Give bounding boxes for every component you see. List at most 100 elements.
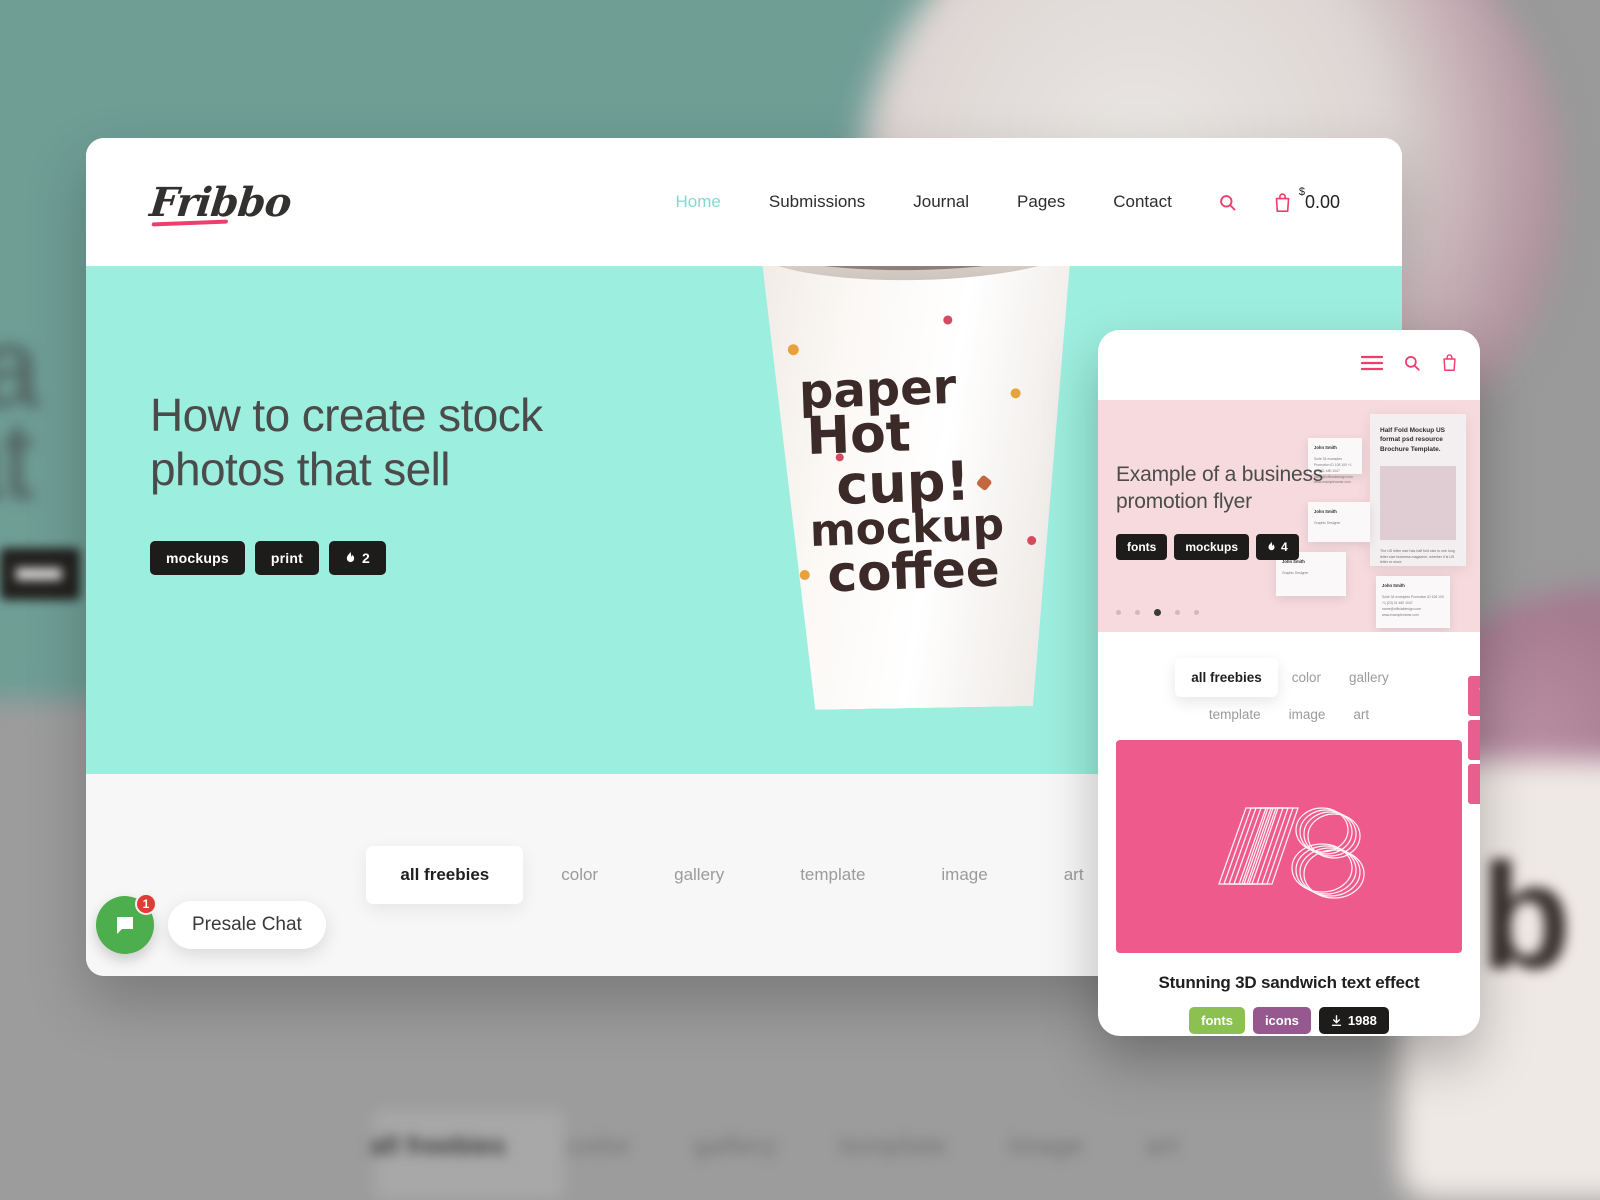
mobile-hero-tag-fonts[interactable]: fonts [1116,533,1168,560]
mobile-slider-dot-3-active[interactable] [1154,609,1161,616]
shopping-cart-icon [1478,687,1480,690]
hero-flame-count[interactable]: 2 [328,540,386,575]
filter-tab-all-freebies[interactable]: all freebies [366,846,524,904]
search-icon[interactable] [1403,354,1421,377]
filter-tabs: all freebies color gallery template imag… [366,846,1121,904]
flame-icon [1268,541,1275,551]
3d-text-effect-artwork [1218,806,1365,899]
main-navigation: Home Submissions Journal Pages Contact $… [652,185,1340,213]
background-letter: b [1480,832,1572,1000]
window-icon [1479,778,1480,790]
mobile-slider-dot-2[interactable] [1135,610,1140,615]
background-filter-row: all freebies color gallery template imag… [370,1130,1179,1161]
mobile-mockup: Fribbo Half Fold Mockup US forma [1098,330,1480,1036]
mobile-filter-tab-art[interactable]: art [1339,707,1383,722]
desktop-header: Fribbo Home Submissions Journal Pages Co… [86,138,1402,266]
cart-total: $0.00 [1298,185,1340,212]
cart-button[interactable]: $0.00 [1259,185,1340,213]
background-filter-2: gallery [693,1130,778,1160]
business-card-lines: Graphic Designer [1282,571,1309,576]
business-card-name: John Smith [1382,583,1405,588]
business-card-image: John Smith Suite 34 examples Promotion I… [1376,576,1450,628]
cup-line-5: coffee [826,539,1001,604]
product-download-count[interactable]: 1988 [1318,1007,1389,1034]
chat-label[interactable]: Presale Chat [168,901,326,949]
mobile-hero-flame-count[interactable]: 4 [1256,533,1299,560]
side-action-layout[interactable] [1468,764,1480,804]
nav-item-journal[interactable]: Journal [889,192,993,212]
filter-tab-color[interactable]: color [523,865,636,885]
chat-button[interactable]: 1 [96,893,157,954]
image-icon [1479,734,1480,746]
paper-cup-image: paper Hot cup! mockup coffee [746,266,1094,711]
confetti-dot [1011,388,1021,398]
mobile-slider-dot-4[interactable] [1175,610,1180,615]
hero-tag-mockups[interactable]: mockups [150,540,245,575]
mobile-header-icons [1360,353,1458,377]
nav-item-submissions[interactable]: Submissions [745,192,889,212]
mobile-header: Fribbo [1098,330,1480,400]
filter-tab-template[interactable]: template [762,865,903,885]
mobile-product-card[interactable]: Stunning 3D sandwich text effect fonts i… [1098,740,1480,1034]
mobile-hero-content: Example of a business promotion flyer fo… [1116,462,1346,560]
floating-side-actions [1468,676,1480,804]
hero-tag-print[interactable]: print [254,540,319,575]
confetti-dot [1027,536,1036,545]
background-filter-3: template [839,1130,947,1160]
filter-tab-image[interactable]: image [903,865,1025,885]
product-tag-icons[interactable]: icons [1252,1007,1311,1034]
mobile-slider-dot-1[interactable] [1116,610,1121,615]
mobile-filter-tab-gallery[interactable]: gallery [1335,670,1403,685]
nav-item-pages[interactable]: Pages [993,192,1089,212]
side-action-gallery[interactable] [1468,720,1480,760]
mobile-hero-tag-mockups[interactable]: mockups [1174,533,1250,560]
mobile-hero-title: Example of a business promotion flyer [1116,463,1324,513]
business-card-name: John Smith [1314,445,1337,450]
nav-item-contact[interactable]: Contact [1089,192,1196,212]
mobile-filter-row-1: all freebies color gallery [1118,658,1460,697]
mobile-hero-slider: Half Fold Mockup US format psd resource … [1098,400,1480,632]
logo[interactable]: Fribbo [148,179,294,226]
background-tag-chip [0,548,80,600]
product-tag-fonts[interactable]: fonts [1189,1007,1245,1034]
mobile-slider-dot-5[interactable] [1194,610,1199,615]
flame-icon [346,551,355,563]
side-action-cart[interactable] [1468,676,1480,716]
shopping-bag-icon[interactable] [1441,353,1458,377]
download-icon [1331,1014,1342,1026]
background-heading-fragment-2: hat [0,397,34,522]
background-filter-5: art [1145,1130,1179,1160]
mobile-filter-tabs: all freebies color gallery template imag… [1098,632,1480,740]
background-filter-4: image [1008,1130,1084,1160]
confetti-dot [943,315,952,324]
confetti-dot [836,453,844,461]
chat-unread-badge: 1 [135,893,157,915]
background-filter-1: color [567,1130,632,1160]
filter-tab-gallery[interactable]: gallery [636,865,762,885]
product-thumbnail[interactable] [1116,740,1462,953]
mobile-filter-tab-template[interactable]: template [1195,707,1275,722]
business-card-lines: Suite 34 examples Promotion ID 108 100 +… [1382,595,1444,617]
background-filter-0: all freebies [370,1130,506,1160]
business-card-name: John Smith [1282,559,1305,564]
presale-chat-widget[interactable]: 1 Presale Chat [96,893,326,954]
brochure-swatch [1380,466,1456,541]
mobile-hero-tag-row: fonts mockups 4 [1116,533,1346,560]
mobile-filter-tab-image[interactable]: image [1275,707,1340,722]
mobile-filter-tab-color[interactable]: color [1278,670,1335,685]
nav-item-home[interactable]: Home [652,192,745,212]
mobile-filter-tab-all-freebies[interactable]: all freebies [1175,658,1278,697]
mobile-slider-dots[interactable] [1116,609,1199,616]
search-icon[interactable] [1196,193,1259,212]
brochure-mockup-image: Half Fold Mockup US format psd resource … [1370,414,1466,566]
product-card-title: Stunning 3D sandwich text effect [1158,973,1420,992]
shopping-bag-icon [1275,192,1290,212]
hero-content: How to create stock photos that sell moc… [150,388,670,575]
mobile-filter-row-2: template image art [1118,707,1460,722]
brochure-footer-text: The US letter size has half fold size is… [1380,549,1455,565]
hero-tag-row: mockups print 2 [150,540,670,575]
chat-bubble-icon [117,917,133,934]
hamburger-menu-icon[interactable] [1360,355,1384,376]
brochure-title: Half Fold Mockup US format psd resource … [1380,427,1445,453]
product-card-tags: fonts icons 1988 [1116,1007,1462,1034]
